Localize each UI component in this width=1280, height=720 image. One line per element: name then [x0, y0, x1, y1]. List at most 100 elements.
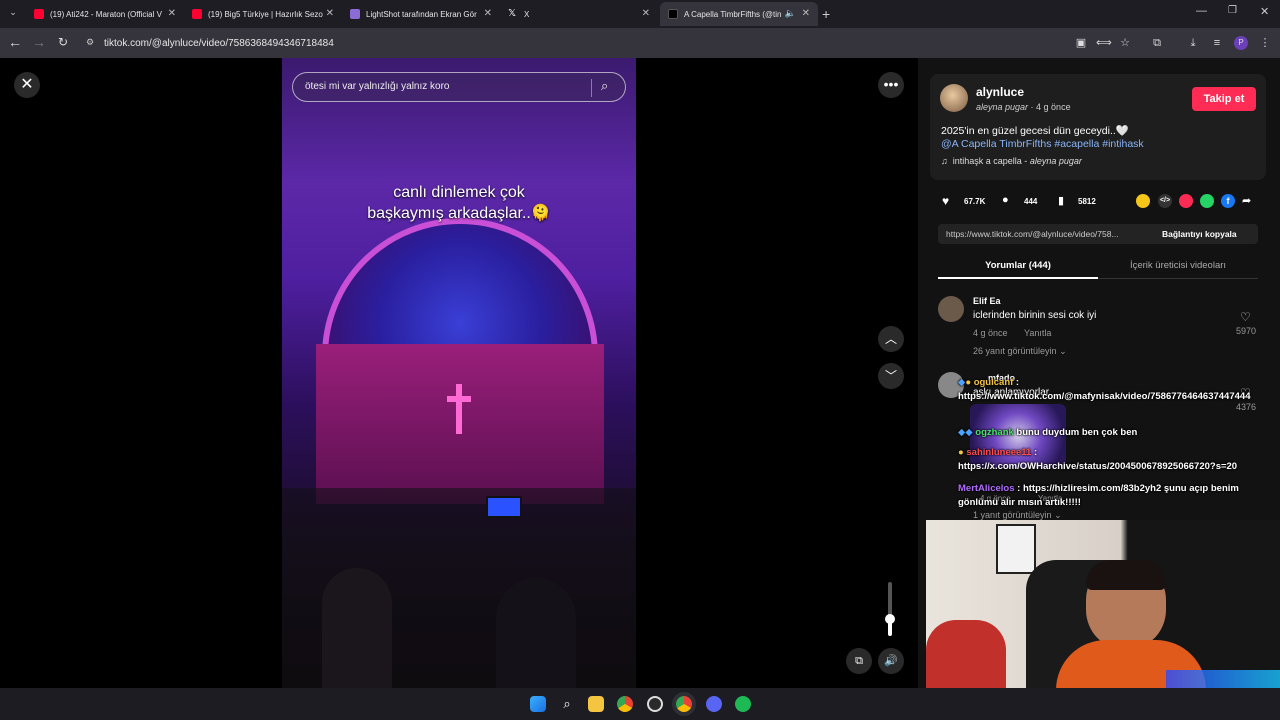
browser-tab-bar: ⌄ (19) Ati242 - Maraton (Official V ✕ (1… [0, 0, 1280, 28]
phone-screen [486, 496, 522, 518]
post-tags[interactable]: @A Capella TimbrFifths #acapella #intiha… [941, 138, 1144, 150]
stats-row: ♥ 67.7K ● 444 ▮ 5812 </> f ➦ [942, 194, 1272, 210]
volume-thumb[interactable] [885, 614, 895, 624]
view-replies-text: 26 yanıt görüntüleyin [973, 346, 1057, 356]
extensions-icon[interactable]: ⧉ [1150, 36, 1164, 50]
comment-time: 4 g önce [973, 328, 1008, 338]
site-info-icon[interactable]: ⚙ [86, 37, 94, 48]
browser-tab-youtube-2[interactable]: (19) Big5 Türkiye | Hazırlık Sezo ✕ [184, 2, 342, 26]
back-arrow-icon[interactable]: ← [6, 34, 24, 50]
author-username[interactable]: alynluce [976, 85, 1024, 99]
tab-title: LightShot tarafından Ekran Gör [366, 9, 477, 19]
comment-icon[interactable]: ● [1002, 194, 1009, 206]
mini-player-button[interactable]: ⧉ [846, 648, 872, 674]
file-explorer-icon[interactable] [588, 696, 604, 712]
search-input[interactable]: ötesi mi var yalnızlığı yalnız koro [305, 81, 450, 92]
chat-message: MertAlicelos : https://hizliresim.com/83… [958, 482, 1276, 510]
chevron-down-icon: ⌄ [1059, 346, 1067, 356]
more-menu-icon[interactable]: ⋮ [1258, 36, 1272, 50]
embed-icon[interactable]: </> [1158, 194, 1172, 208]
chat-message: ● sahinluneee11 : https://x.com/OWHarchi… [958, 446, 1276, 474]
chrome-active-icon[interactable] [676, 696, 692, 712]
profile-avatar[interactable]: P [1234, 36, 1248, 50]
browser-tab-tiktok[interactable]: A Capella TimbrFifths (@tin 🔈 ✕ [660, 2, 818, 26]
close-tab-icon[interactable]: ✕ [168, 8, 176, 19]
share-arrow-icon[interactable]: ➦ [1242, 194, 1251, 207]
send-icon[interactable] [1179, 194, 1193, 208]
close-window-button[interactable]: ✕ [1260, 5, 1269, 18]
music-artist: aleyna pugar [1029, 156, 1082, 166]
close-tab-icon[interactable]: ✕ [802, 8, 810, 19]
facebook-icon[interactable]: f [1221, 194, 1235, 208]
browser-tab-lightshot[interactable]: LightShot tarafından Ekran Gör ✕ [342, 2, 500, 26]
music-row[interactable]: ♫ intihaşk a capella - aleyna pugar [941, 156, 1082, 166]
install-app-icon[interactable]: ▣ [1074, 36, 1088, 50]
avatar[interactable] [940, 84, 968, 112]
new-tab-button[interactable]: + [822, 6, 830, 22]
repost-icon[interactable] [1136, 194, 1150, 208]
bookmark-star-icon[interactable]: ☆ [1118, 36, 1132, 50]
forward-arrow-icon[interactable]: → [30, 34, 48, 50]
minimize-window-button[interactable]: — [1196, 5, 1207, 17]
bookmark-icon[interactable]: ▮ [1058, 194, 1064, 207]
audio-playing-icon[interactable]: 🔈 [785, 8, 796, 19]
share-link-text[interactable]: https://www.tiktok.com/@alynluce/video/7… [946, 229, 1151, 239]
tab-creator-videos[interactable]: İçerik üreticisi videoları [1098, 260, 1258, 271]
comment-count: 444 [1024, 197, 1038, 206]
chat-username: MertAlicelos [958, 483, 1015, 494]
post-description: 2025'in en güzel gecesi dün geceydi..🤍 [941, 125, 1129, 137]
copy-link-button[interactable]: Bağlantıyı kopyala [1162, 229, 1237, 239]
music-note-icon: ♫ [941, 156, 948, 166]
tiktok-icon [668, 9, 678, 19]
translate-icon[interactable]: ⟺ [1096, 36, 1112, 50]
chrome-icon[interactable] [617, 696, 633, 712]
search-icon[interactable]: ⌕ [559, 696, 575, 712]
next-video-button[interactable]: ﹀ [878, 363, 904, 389]
reload-icon[interactable]: ↻ [54, 35, 72, 49]
browser-tab-x[interactable]: 𝕏 X ✕ [500, 2, 658, 26]
video-search-box[interactable]: ötesi mi var yalnızlığı yalnız koro ⌕ [292, 72, 626, 102]
youtube-icon [192, 9, 202, 19]
windows-start-icon[interactable] [530, 696, 546, 712]
comment-item: Elif Ea iclerinden birinin sesi cok iyi … [938, 294, 1268, 364]
spotify-icon[interactable] [735, 696, 751, 712]
follow-button[interactable]: Takip et [1192, 87, 1256, 111]
volume-icon[interactable]: 🔊 [878, 648, 904, 674]
comment-author[interactable]: Elif Ea [973, 296, 1001, 306]
music-title: intihaşk a capella - [952, 156, 1030, 166]
close-video-button[interactable]: ✕ [14, 72, 40, 98]
x-logo-icon: 𝕏 [508, 8, 517, 19]
post-age: · 4 g önce [1028, 102, 1071, 112]
avatar[interactable] [938, 296, 964, 322]
obs-icon[interactable] [647, 696, 663, 712]
search-icon[interactable]: ⌕ [601, 78, 608, 94]
url-field[interactable]: ⚙ tiktok.com/@alynluce/video/75863684943… [80, 32, 1080, 54]
view-replies-button[interactable]: 26 yanıt görüntüleyin ⌄ [973, 346, 1067, 357]
chat-username: ogulcanf [973, 377, 1014, 388]
volume-slider[interactable] [885, 582, 895, 636]
whatsapp-icon[interactable] [1200, 194, 1214, 208]
tab-title: X [524, 9, 530, 19]
active-tab-underline [938, 277, 1098, 279]
comment-like-icon[interactable]: ♡ [1240, 310, 1251, 324]
like-heart-icon[interactable]: ♥ [942, 194, 949, 208]
tab-comments[interactable]: Yorumlar (444) [938, 260, 1098, 271]
close-tab-icon[interactable]: ✕ [326, 8, 334, 19]
reply-button[interactable]: Yanıtla [1024, 328, 1051, 338]
stream-chat-overlay: ◆● ogulcanf : https://www.tiktok.com/@ma… [958, 374, 1276, 514]
video-player[interactable]: ötesi mi var yalnızlığı yalnız koro ⌕ ca… [282, 58, 636, 688]
more-options-button[interactable]: ••• [878, 72, 904, 98]
chat-message: ◆◆ ogzhank bunu duydum ben çok ben [958, 426, 1276, 440]
discord-icon[interactable] [706, 696, 722, 712]
chat-badge-icon: ● [965, 377, 972, 388]
downloads-icon[interactable]: ⤓ [1186, 36, 1200, 50]
share-link-box: https://www.tiktok.com/@alynluce/video/7… [938, 224, 1258, 244]
close-tab-icon[interactable]: ✕ [484, 8, 492, 19]
tab-list-chevron-icon[interactable]: ⌄ [6, 7, 20, 21]
browser-tab-youtube-1[interactable]: (19) Ati242 - Maraton (Official V ✕ [26, 2, 184, 26]
restore-window-button[interactable]: ❐ [1228, 5, 1237, 16]
media-controls-icon[interactable]: ≡ [1210, 36, 1224, 50]
cross-decoration [447, 384, 471, 434]
previous-video-button[interactable]: ︿ [878, 326, 904, 352]
close-tab-icon[interactable]: ✕ [642, 8, 650, 19]
